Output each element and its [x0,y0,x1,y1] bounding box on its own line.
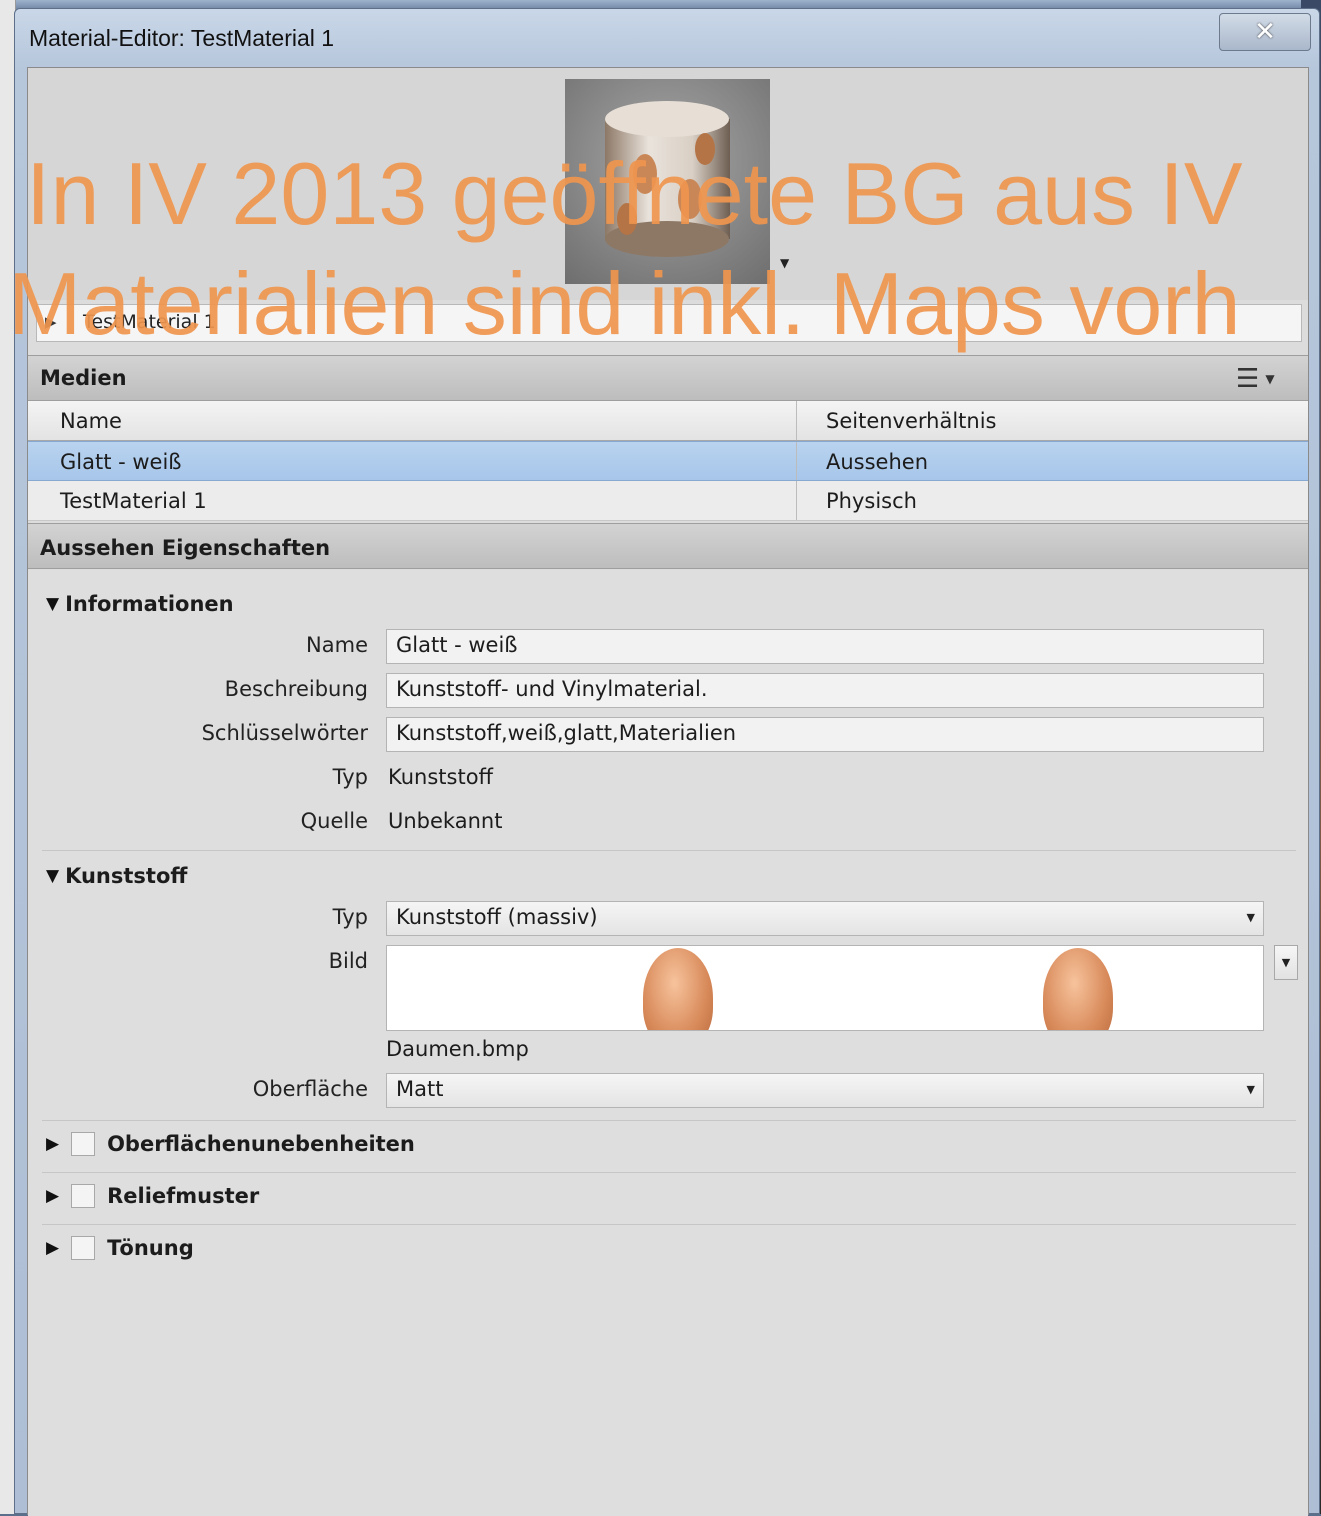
keywords-label: Schlüsselwörter [201,721,368,745]
material-name: TestMaterial 1 [83,311,216,333]
material-editor-window: Material-Editor: TestMaterial 1 ✕ ▼ ▶ Te… [14,8,1320,1516]
oberflaeche-select[interactable]: Matt ▼ [386,1073,1264,1108]
row-name: Glatt - weiß [60,450,182,474]
bild-dropdown-button[interactable]: ▼ [1274,945,1298,980]
collapse-triangle-icon: ▼ [46,594,60,614]
divider [42,1172,1296,1173]
group-label: Tönung [107,1236,194,1260]
chevron-down-icon: ▼ [1246,911,1255,924]
column-header-name[interactable]: Name [60,401,122,441]
properties-title: Aussehen Eigenschaften [40,536,331,560]
divider [42,1120,1296,1121]
window-title: Material-Editor: TestMaterial 1 [29,25,335,51]
typ-label: Typ [332,765,368,789]
name-field[interactable]: Glatt - weiß [386,629,1264,664]
beschreibung-field[interactable]: Kunststoff- und Vinylmaterial. [386,673,1264,708]
enable-checkbox[interactable] [71,1236,96,1260]
properties-header: Aussehen Eigenschaften [28,523,1308,569]
enable-checkbox[interactable] [71,1132,96,1156]
view-options-button[interactable]: ☰ ▼ [1236,364,1296,394]
divider [42,1224,1296,1225]
bild-filename: Daumen.bmp [386,1037,529,1061]
expand-arrow-icon[interactable]: ▶ [45,313,57,331]
table-header: Name Seitenverhältnis [28,401,1308,441]
expand-triangle-icon[interactable]: ▶ [46,1134,59,1154]
column-divider[interactable] [796,401,797,440]
list-view-icon: ☰ [1236,364,1260,394]
column-header-aspect[interactable]: Seitenverhältnis [826,401,997,441]
properties-panel: ▼ Informationen Name Glatt - weiß Beschr… [28,570,1308,1516]
thumb-image-left [643,948,713,1030]
toenung-group[interactable]: ▶ Tönung [46,1236,194,1260]
informationen-heading: Informationen [65,592,234,616]
editor-client: ▼ ▶ TestMaterial 1 Medien ☰ ▼ Name Seite… [27,67,1309,1516]
group-label: Reliefmuster [107,1184,260,1208]
collapse-triangle-icon: ▼ [46,866,60,886]
thumb-image-right [1043,948,1113,1030]
table-row[interactable]: TestMaterial 1 Physisch [28,481,1308,521]
table-row[interactable]: Glatt - weiß Aussehen [28,441,1308,481]
column-divider [796,481,797,520]
column-divider [796,442,797,480]
titlebar[interactable]: Material-Editor: TestMaterial 1 ✕ [15,9,1319,67]
chevron-down-icon: ▼ [1281,956,1291,969]
medien-header: Medien ☰ ▼ [28,355,1308,401]
divider [42,850,1296,851]
reliefmuster-group[interactable]: ▶ Reliefmuster [46,1184,259,1208]
cylinder-preview-icon [605,101,730,257]
preview-area: ▼ [28,68,1308,300]
kunststoff-heading: Kunststoff [65,864,188,888]
expand-triangle-icon[interactable]: ▶ [46,1238,59,1258]
medien-table: Name Seitenverhältnis Glatt - weiß Ausse… [28,401,1308,521]
oberflaeche-value: Matt [396,1077,444,1101]
informationen-group-header[interactable]: ▼ Informationen [46,592,234,616]
row-aspect: Aussehen [826,450,929,474]
kunststoff-typ-label: Typ [332,905,368,929]
quelle-value: Unbekannt [388,809,503,833]
quelle-label: Quelle [300,809,368,833]
group-label: Oberflächenunebenheiten [107,1132,415,1156]
material-preview-swatch[interactable] [565,79,770,284]
keywords-field[interactable]: Kunststoff,weiß,glatt,Materialien [386,717,1264,752]
kunststoff-typ-value: Kunststoff (massiv) [396,905,598,929]
kunststoff-typ-select[interactable]: Kunststoff (massiv) ▼ [386,901,1264,936]
typ-value: Kunststoff [388,765,494,789]
chevron-down-icon: ▼ [1246,1083,1255,1096]
close-icon: ✕ [1254,17,1276,47]
preview-dropdown-icon[interactable]: ▼ [780,256,789,270]
bild-label: Bild [328,949,368,973]
beschreibung-label: Beschreibung [224,677,368,701]
material-name-row[interactable]: ▶ TestMaterial 1 [36,304,1302,342]
close-button[interactable]: ✕ [1219,13,1311,51]
kunststoff-group-header[interactable]: ▼ Kunststoff [46,864,187,888]
oberflaeche-label: Oberfläche [252,1077,368,1101]
chevron-down-icon: ▼ [1265,372,1275,386]
screen: Material-Editor: TestMaterial 1 ✕ ▼ ▶ Te… [0,0,1321,1516]
row-name: TestMaterial 1 [60,489,207,513]
oberflaechenunebenheiten-group[interactable]: ▶ Oberflächenunebenheiten [46,1132,415,1156]
expand-triangle-icon[interactable]: ▶ [46,1186,59,1206]
row-aspect: Physisch [826,489,917,513]
enable-checkbox[interactable] [71,1184,96,1208]
bild-image-slot[interactable] [386,945,1264,1031]
medien-title: Medien [40,366,127,390]
name-label: Name [306,633,368,657]
